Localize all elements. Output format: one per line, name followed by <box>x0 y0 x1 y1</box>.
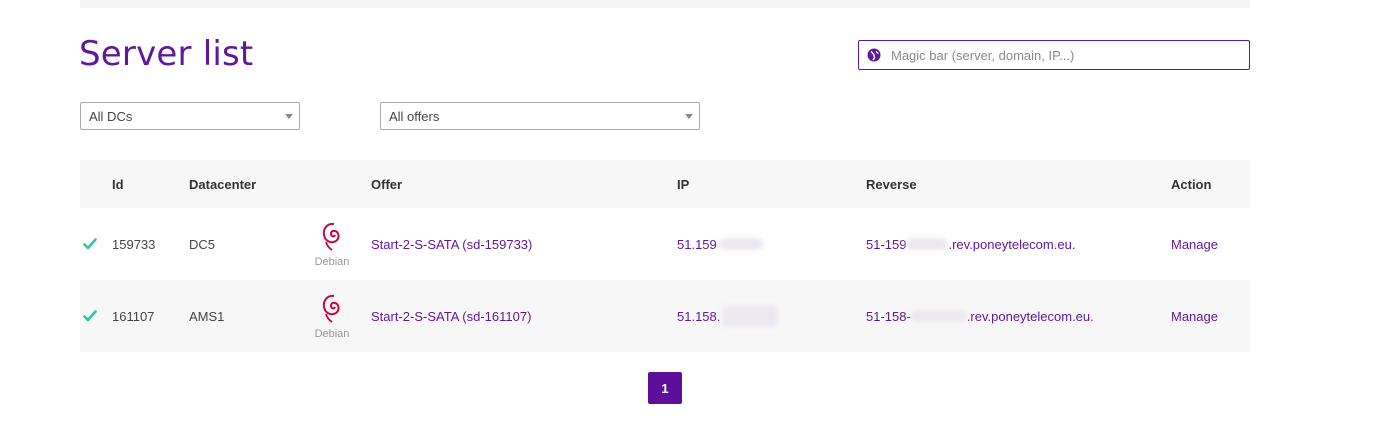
datacenter-filter-value: All DCs <box>89 108 133 124</box>
ip-value: 51.159 <box>677 236 717 252</box>
table-row: 159733 DC5 Debian Start-2-S-SATA (sd-159… <box>80 208 1250 280</box>
datacenter-filter-select[interactable]: All DCs <box>80 102 300 130</box>
debian-logo-icon <box>318 220 346 255</box>
header-reverse: Reverse <box>866 176 917 192</box>
offer-filter-value: All offers <box>389 108 440 124</box>
offer-link[interactable]: Start-2-S-SATA (sd-161107) <box>371 280 531 352</box>
reverse-prefix: 51-158- <box>866 308 911 324</box>
redacted-blur <box>722 305 779 327</box>
magic-bar[interactable] <box>858 40 1250 70</box>
reverse-prefix: 51-159 <box>866 236 907 252</box>
table-row: 161107 AMS1 Debian Start-2-S-SATA (sd-16… <box>80 280 1250 352</box>
server-datacenter: AMS1 <box>189 308 225 324</box>
reverse-suffix: .rev.poneytelecom.eu. <box>948 236 1076 252</box>
chevron-down-icon <box>685 114 693 119</box>
header-action: Action <box>1171 176 1212 192</box>
os-name: Debian <box>314 256 350 268</box>
reverse-suffix: .rev.poneytelecom.eu. <box>966 308 1094 324</box>
pagination-page-1[interactable]: 1 <box>648 372 682 404</box>
os-name: Debian <box>314 328 350 340</box>
check-icon <box>80 208 100 280</box>
reverse-dns[interactable]: 51-159 .rev.poneytelecom.eu. <box>866 208 1075 280</box>
magic-bar-input[interactable] <box>891 47 1249 63</box>
os-cell: Debian <box>310 280 354 352</box>
chevron-down-icon <box>285 114 293 119</box>
server-id: 159733 <box>112 236 156 252</box>
table-header: Id Datacenter Offer IP Reverse Action <box>80 160 1250 208</box>
header-ip: IP <box>677 176 690 192</box>
check-icon <box>80 280 100 352</box>
ip-address[interactable]: 51.158. <box>677 280 779 352</box>
offer-link[interactable]: Start-2-S-SATA (sd-159733) <box>371 208 532 280</box>
header-offer: Offer <box>371 176 403 192</box>
manage-link[interactable]: Manage <box>1171 280 1218 352</box>
server-datacenter: DC5 <box>189 236 216 252</box>
offer-filter-select[interactable]: All offers <box>380 102 700 130</box>
server-table: Id Datacenter Offer IP Reverse Action 15… <box>80 160 1250 352</box>
debian-logo-icon <box>318 292 346 327</box>
server-id: 161107 <box>112 308 155 324</box>
top-bar <box>80 0 1250 8</box>
redacted-blur <box>910 310 967 322</box>
manage-link[interactable]: Manage <box>1171 208 1218 280</box>
ip-value: 51.158. <box>677 308 721 324</box>
header-datacenter: Datacenter <box>189 176 257 192</box>
reverse-dns[interactable]: 51-158- .rev.poneytelecom.eu. <box>866 280 1094 352</box>
redacted-blur <box>906 238 949 250</box>
header-id: Id <box>112 176 124 192</box>
ip-address[interactable]: 51.159 <box>677 208 763 280</box>
globe-icon <box>867 48 881 62</box>
page-title: Server list <box>79 34 254 74</box>
os-cell: Debian <box>310 208 354 280</box>
redacted-blur <box>718 238 763 250</box>
